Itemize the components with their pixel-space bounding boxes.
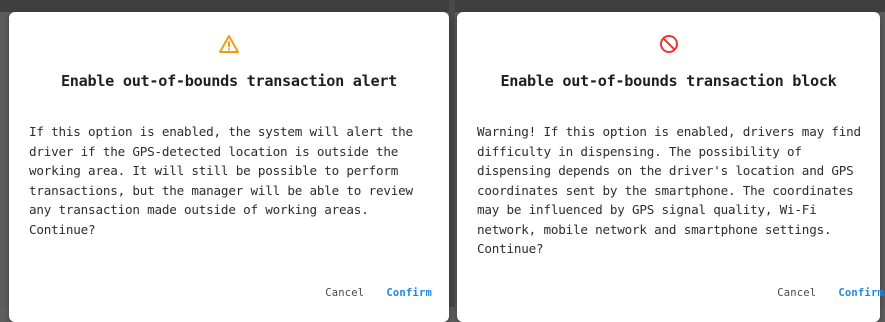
cancel-button[interactable]: Cancel	[777, 287, 816, 299]
alert-confirmation-dialog: Enable out-of-bounds transaction alert I…	[9, 12, 449, 322]
backdrop-strip-right	[455, 0, 885, 12]
dialog-message: Warning! If this option is enabled, driv…	[477, 124, 861, 256]
confirm-button[interactable]: Confirm	[838, 287, 884, 299]
block-prohibited-icon	[658, 33, 680, 55]
dialog-title: Enable out-of-bounds transaction alert	[60, 72, 398, 90]
backdrop-strip-left	[0, 0, 449, 12]
dialog-title: Enable out-of-bounds transaction block	[500, 72, 837, 90]
dialog-actions: Cancel Confirm	[325, 285, 432, 301]
confirm-button[interactable]: Confirm	[386, 287, 432, 299]
dialog-message: If this option is enabled, the system wi…	[29, 124, 413, 237]
screenshot-seam	[449, 0, 455, 307]
cancel-button[interactable]: Cancel	[325, 287, 364, 299]
warning-triangle-icon	[218, 33, 240, 55]
block-confirmation-dialog: Enable out-of-bounds transaction block W…	[457, 12, 884, 322]
dialog-actions: Cancel Confirm	[777, 285, 884, 301]
